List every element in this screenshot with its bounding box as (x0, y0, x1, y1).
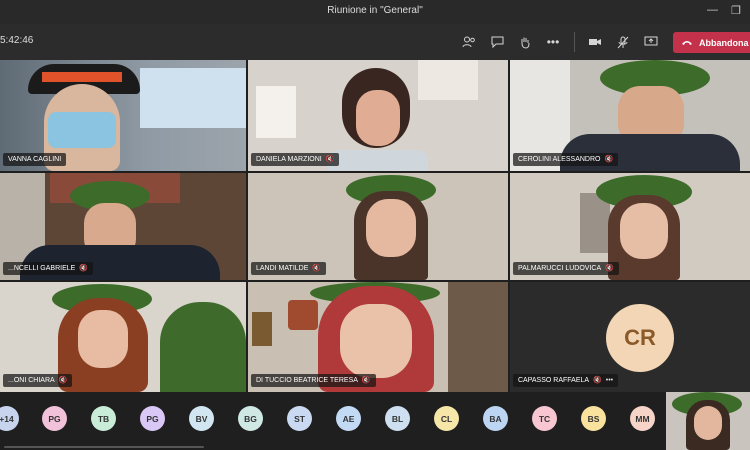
video-tile[interactable]: DANIELA MARZIONI 🔇 (248, 60, 508, 171)
title-bar: Riunione in "General" — ❐ (0, 0, 750, 24)
participant-avatar[interactable]: PG (42, 406, 67, 431)
chat-icon[interactable] (488, 33, 506, 51)
meeting-toolbar: 5:42:46 ••• Abbandona (0, 24, 750, 60)
participants-icon[interactable] (460, 33, 478, 51)
video-tile[interactable]: ...ONI CHIARA 🔇 (0, 282, 246, 392)
video-tile[interactable]: DI TUCCIO BEATRICE TERESA 🔇 (248, 282, 508, 392)
mic-muted-icon: 🔇 (593, 377, 602, 384)
restore-icon[interactable]: ❐ (731, 4, 741, 17)
more-options-icon[interactable]: ••• (544, 33, 562, 51)
more-options-icon[interactable]: ••• (606, 377, 613, 384)
plant (160, 302, 246, 392)
wall-paper (256, 86, 296, 138)
wall-icon-frame (252, 312, 272, 346)
mic-muted-icon[interactable] (614, 33, 632, 51)
scrollbar[interactable] (4, 446, 204, 448)
face (356, 90, 400, 146)
overflow-count[interactable]: +14 (0, 406, 19, 431)
minimize-icon[interactable]: — (707, 4, 718, 16)
shoulders (328, 150, 428, 171)
face (78, 310, 128, 368)
participant-name-tag: PALMARUCCI LUDOVICA 🔇 (513, 262, 619, 275)
mic-muted-icon: 🔇 (58, 377, 68, 384)
participant-name-tag: DANIELA MARZIONI 🔇 (251, 153, 340, 166)
participant-name-tag: CAPASSO RAFFAELA 🔇 ••• (513, 374, 619, 387)
participant-avatar[interactable]: TB (91, 406, 116, 431)
face (340, 304, 412, 378)
participant-avatar[interactable]: BG (238, 406, 263, 431)
video-tile[interactable]: CR CAPASSO RAFFAELA 🔇 ••• (510, 282, 750, 392)
participant-strip: +14 PG TB PG BV BG ST AE BL CL BA TC BS MM (0, 392, 750, 450)
participant-avatar[interactable]: BS (581, 406, 606, 431)
phone-hangup-icon (681, 38, 693, 48)
participant-avatar[interactable]: MM (630, 406, 655, 431)
mic-muted-icon: 🔇 (604, 156, 614, 163)
wall-picture (288, 300, 318, 330)
mic-muted-icon: 🔇 (312, 265, 322, 272)
participant-name-tag: CEROLINI ALESSANDRO 🔇 (513, 153, 619, 166)
participant-avatar[interactable]: CL (434, 406, 459, 431)
participant-name-tag: LANDI MATILDE 🔇 (251, 262, 327, 275)
participant-name-tag: VANNA CAGLINI (3, 153, 67, 166)
mic-muted-icon: 🔇 (361, 377, 371, 384)
avatar: CR (606, 304, 674, 372)
camera-icon[interactable] (586, 33, 604, 51)
face (694, 406, 722, 440)
hat-band (42, 72, 122, 82)
mic-muted-icon: 🔇 (325, 156, 335, 163)
participant-name-tag: ...ONI CHIARA 🔇 (3, 374, 73, 387)
participant-avatar[interactable]: BA (483, 406, 508, 431)
share-screen-icon[interactable] (642, 33, 660, 51)
participant-avatar[interactable]: AE (336, 406, 361, 431)
mic-muted-icon: 🔇 (79, 265, 89, 272)
video-tile[interactable]: CEROLINI ALESSANDRO 🔇 (510, 60, 750, 171)
video-tile[interactable]: PALMARUCCI LUDOVICA 🔇 (510, 173, 750, 280)
leave-label: Abbandona (699, 37, 749, 48)
toolbar-divider (574, 32, 575, 52)
bookshelf (448, 282, 508, 392)
wall-paper (418, 60, 478, 100)
video-tile[interactable]: VANNA CAGLINI (0, 60, 246, 171)
window-title: Riunione in "General" (327, 5, 423, 16)
raise-hand-icon[interactable] (516, 33, 534, 51)
participant-avatar[interactable]: BL (385, 406, 410, 431)
video-tile[interactable]: LANDI MATILDE 🔇 (248, 173, 508, 280)
mic-muted-icon: 🔇 (605, 265, 614, 272)
self-view[interactable] (666, 392, 750, 450)
face (366, 199, 416, 257)
participant-avatar[interactable]: ST (287, 406, 312, 431)
projector-screen (140, 68, 246, 128)
face-mask (48, 112, 116, 148)
meeting-timer: 5:42:46 (0, 35, 34, 46)
face (620, 203, 668, 259)
participant-avatar[interactable]: PG (140, 406, 165, 431)
participant-avatar[interactable]: BV (189, 406, 214, 431)
video-tile[interactable]: ...NCELLI GABRIELE 🔇 (0, 173, 246, 280)
participant-name-tag: ...NCELLI GABRIELE 🔇 (3, 262, 94, 275)
leave-button[interactable]: Abbandona (673, 32, 750, 53)
participant-avatar[interactable]: TC (532, 406, 557, 431)
video-grid: VANNA CAGLINI DANIELA MARZIONI 🔇 CEROLINI… (0, 60, 750, 392)
participant-name-tag: DI TUCCIO BEATRICE TERESA 🔇 (251, 374, 376, 387)
